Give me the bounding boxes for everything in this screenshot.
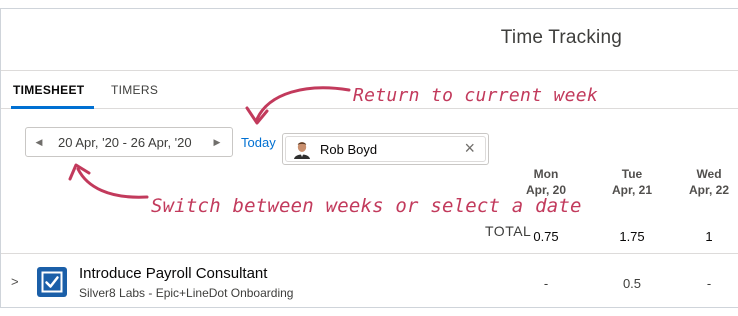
time-tracking-panel: Time Tracking TIMESHEET TIMERS Return to… bbox=[0, 8, 738, 308]
triangle-right-icon[interactable]: ▶ bbox=[206, 128, 228, 156]
day-date: Apr, 20 bbox=[525, 183, 567, 197]
total-wed: 1 bbox=[705, 229, 713, 244]
date-range-label[interactable]: 20 Apr, '20 - 26 Apr, '20 bbox=[58, 135, 192, 150]
task-checkbox-icon[interactable] bbox=[37, 267, 67, 297]
day-date: Apr, 21 bbox=[611, 183, 653, 197]
day-header-tue: Tue Apr, 21 bbox=[602, 167, 662, 197]
checkmark-icon bbox=[41, 271, 63, 293]
close-icon[interactable]: × bbox=[464, 138, 475, 159]
arrow-to-today bbox=[255, 86, 351, 121]
user-pill[interactable]: Rob Boyd × bbox=[285, 136, 486, 162]
row-divider bbox=[1, 253, 738, 254]
annotation-return-current-week: Return to current week bbox=[353, 85, 599, 106]
day-name: Mon bbox=[533, 167, 559, 181]
week-date-picker[interactable]: ◀ 20 Apr, '20 - 26 Apr, '20 ▶ bbox=[25, 127, 233, 157]
task-name[interactable]: Introduce Payroll Consultant bbox=[79, 265, 267, 282]
row-value-tue[interactable]: 0.5 bbox=[602, 276, 662, 291]
today-button[interactable]: Today bbox=[241, 135, 276, 150]
annotation-switch-weeks: Switch between weeks or select a date bbox=[151, 195, 582, 217]
chevron-right-icon[interactable]: > bbox=[11, 274, 19, 289]
user-name: Rob Boyd bbox=[320, 142, 378, 157]
row-value-mon[interactable]: - bbox=[516, 276, 576, 291]
day-header-mon: Mon Apr, 20 bbox=[516, 167, 576, 197]
day-name: Wed bbox=[696, 167, 722, 181]
total-tue: 1.75 bbox=[619, 229, 645, 244]
day-date: Apr, 22 bbox=[688, 183, 730, 197]
row-value-wed[interactable]: - bbox=[679, 276, 738, 291]
user-avatar-icon bbox=[293, 140, 311, 159]
total-mon: 0.75 bbox=[533, 229, 559, 244]
triangle-left-icon[interactable]: ◀ bbox=[28, 128, 50, 156]
day-header-wed: Wed Apr, 22 bbox=[679, 167, 738, 197]
task-project: Silver8 Labs - Epic+LineDot Onboarding bbox=[79, 286, 294, 300]
day-name: Tue bbox=[621, 167, 643, 181]
